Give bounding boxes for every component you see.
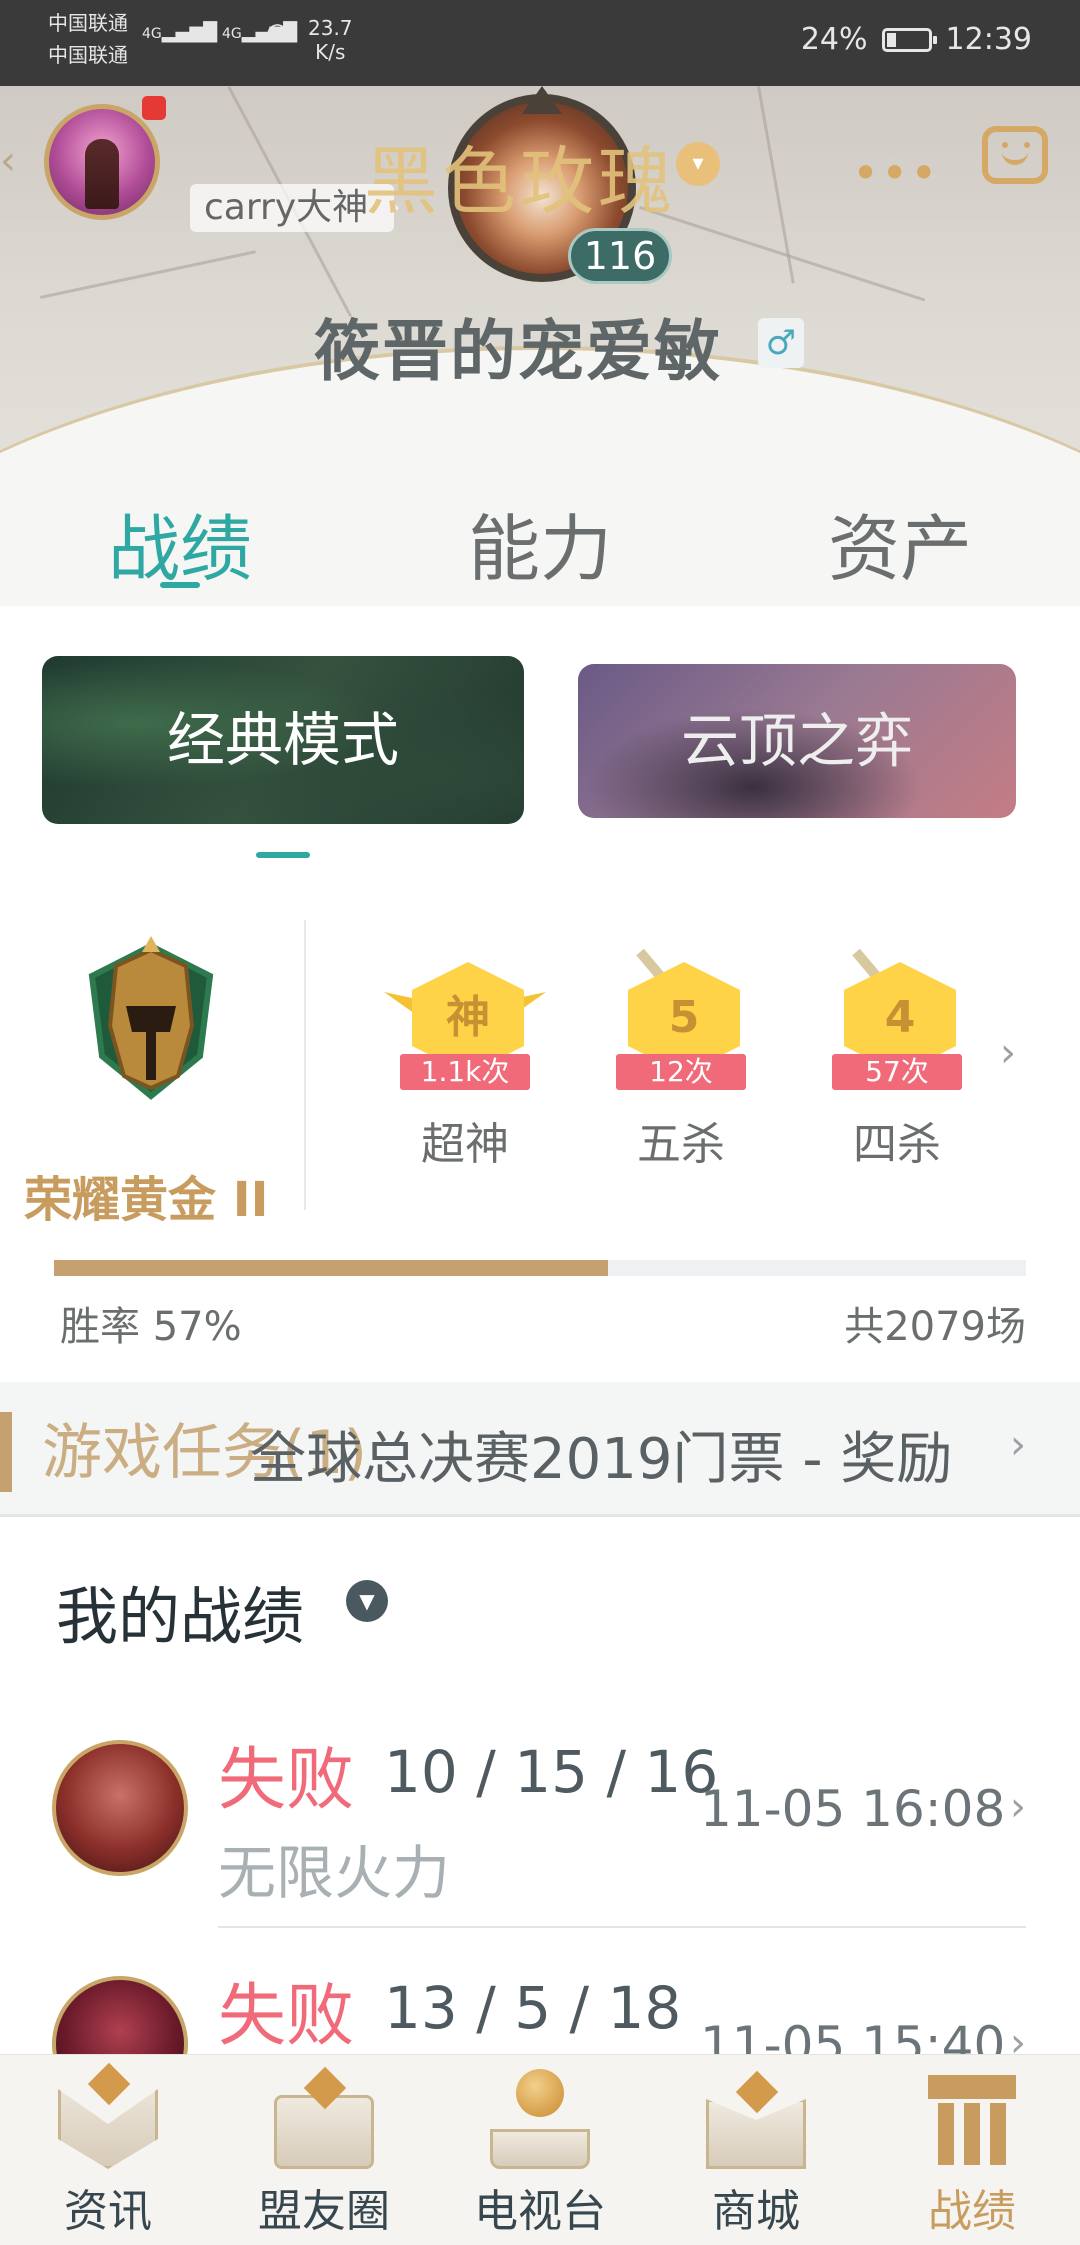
record-icon (922, 2069, 1022, 2169)
status-bar: 中国联通 中国联通 4G▂▄▆█ 4G▂▄▆█ ◠ 23.7 K/s 24% 1… (0, 0, 1080, 86)
match-kda: 10 / 15 / 16 (384, 1738, 719, 1806)
tft-mode-card[interactable]: 云顶之弈 (578, 664, 1016, 818)
tab-assets[interactable]: 资产 (780, 490, 1020, 595)
match-time: 11-05 15:40 (700, 2016, 1006, 2054)
carrier-2: 中国联通 (48, 43, 128, 67)
nav-friends[interactable]: 盟友圈 (216, 2055, 432, 2245)
network-speed: 23.7 K/s (308, 16, 353, 64)
status-right: 24% 12:39 (801, 22, 1032, 57)
carrier-1: 中国联通 (48, 11, 128, 35)
chevron-down-icon[interactable]: ▼ (346, 1580, 388, 1622)
nav-record[interactable]: 战绩 (864, 2055, 1080, 2245)
chevron-right-icon: › (1010, 1784, 1026, 1830)
match-kda: 13 / 5 / 18 (384, 1976, 682, 2042)
chevron-right-icon: › (1010, 1422, 1026, 1468)
level-badge: 116 (568, 228, 672, 284)
chevron-right-icon: › (1010, 2020, 1026, 2054)
achievement-count: 1.1k次 (400, 1054, 530, 1090)
nav-shop[interactable]: 商城 (648, 2055, 864, 2245)
notification-dot (142, 96, 166, 120)
male-icon: ♂ (758, 318, 804, 368)
match-result: 失败 (218, 1741, 355, 1820)
mode-indicator (256, 852, 310, 858)
classic-mode-card[interactable]: 经典模式 (42, 656, 524, 824)
more-icon[interactable]: ••• (852, 146, 939, 200)
my-record-title: 我的战绩 (56, 1580, 305, 1653)
winrate-bar (54, 1260, 1026, 1276)
reward-label: 全球总决赛2019门票 - 奖励 (250, 1427, 953, 1492)
champion-avatar (52, 1976, 188, 2054)
winrate-text: 胜率 57% (60, 1304, 242, 1350)
rank-name: 荣耀黄金 II (24, 1172, 269, 1228)
tab-ability[interactable]: 能力 (420, 490, 660, 595)
tab-record[interactable]: 战绩 (60, 490, 300, 595)
rank-title: 黑色玫瑰 (364, 139, 676, 225)
divider (304, 920, 306, 1210)
shop-icon (706, 2069, 806, 2169)
user-avatar[interactable] (44, 104, 160, 220)
match-row[interactable]: 失败 10 / 15 / 16 无限火力 11-05 16:08 › (0, 1738, 1080, 1970)
achievement-count: 12次 (616, 1054, 746, 1090)
bottom-nav: 资讯 盟友圈 电视台 商城 战绩 (0, 2054, 1080, 2245)
battery-percent: 24% (800, 22, 868, 57)
tv-icon (490, 2069, 590, 2169)
back-icon[interactable]: ‹ (0, 138, 16, 184)
match-mode: 无限火力 (218, 1839, 451, 1907)
achievement-label: 五杀 (637, 1119, 725, 1170)
match-time: 11-05 16:08 (700, 1780, 1006, 1838)
nav-news[interactable]: 资讯 (0, 2055, 216, 2245)
news-icon (58, 2062, 158, 2169)
achievement-label: 四杀 (853, 1119, 941, 1170)
chat-icon[interactable] (982, 126, 1048, 184)
clock: 12:39 (945, 22, 1032, 57)
achievement-legendary[interactable]: 神 1.1k次 超神 (384, 962, 546, 1172)
task-banner[interactable]: 游戏任务(1) 全球总决赛2019门票 - 奖励 › (0, 1382, 1080, 1517)
achievement-count: 57次 (832, 1054, 962, 1090)
chevron-down-icon[interactable]: ▾ (676, 142, 720, 186)
champion-avatar (52, 1740, 188, 1876)
tab-underline (160, 582, 200, 588)
total-games: 共2079场 (844, 1304, 1026, 1350)
achievement-label: 超神 (421, 1119, 509, 1170)
chevron-right-icon[interactable]: › (1000, 1030, 1016, 1076)
match-result: 失败 (218, 1977, 355, 2054)
achievement-pentakill[interactable]: 5 12次 五杀 (616, 948, 746, 1172)
match-row[interactable]: 失败 13 / 5 / 18 11-05 15:40 › (0, 1976, 1080, 2054)
friends-icon (274, 2066, 374, 2169)
player-name: 筱晋的宠爱敏 (314, 313, 722, 390)
battery-icon (881, 27, 937, 52)
achievement-quadrakill[interactable]: 4 57次 四杀 (832, 948, 962, 1172)
gold-rank-emblem[interactable] (82, 936, 220, 1104)
wifi-icon: ◠ (266, 18, 289, 48)
signal-1-icon: 4G▂▄▆█ (142, 22, 218, 43)
nav-tv[interactable]: 电视台 (432, 2055, 648, 2245)
